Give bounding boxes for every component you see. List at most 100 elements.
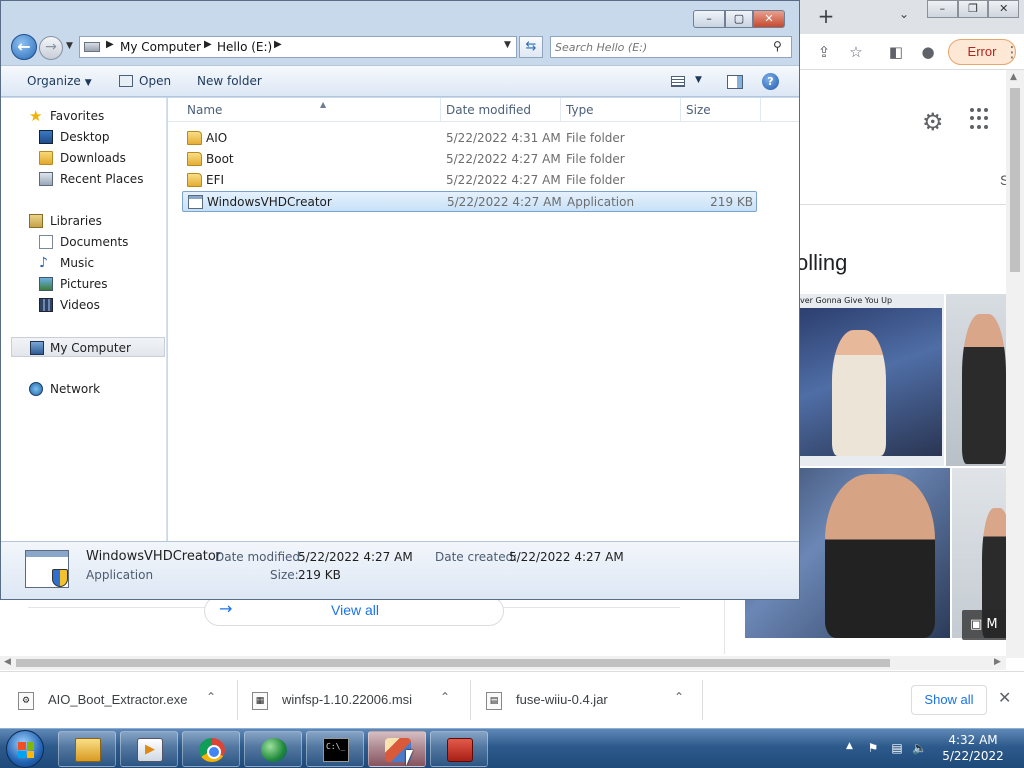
vertical-scrollbar[interactable]: ▲ [1006, 70, 1024, 658]
show-hidden-icons-icon[interactable]: ▲ [846, 741, 853, 751]
bookmark-star-icon[interactable]: ☆ [846, 42, 866, 62]
new-folder-button[interactable]: New folder [197, 74, 262, 88]
open-label: Open [139, 74, 172, 88]
change-view-icon[interactable] [671, 76, 685, 87]
tab-search-chevron-icon[interactable]: ⌄ [894, 7, 914, 27]
recent-places-icon [39, 172, 53, 186]
taskbar-command-prompt[interactable] [306, 731, 364, 767]
back-arrow-icon[interactable]: ← [11, 34, 37, 60]
image-result-1[interactable]: ver Gonna Give You Up [790, 294, 944, 466]
view-options-chevron-icon[interactable]: ▼ [695, 75, 702, 85]
organize-button[interactable]: Organize ▼ [27, 74, 92, 88]
breadcrumb-arrow-icon[interactable]: ▶ [274, 39, 282, 50]
taskbar-globe-app[interactable] [244, 731, 302, 767]
volume-icon[interactable]: 🔈 [912, 741, 927, 755]
chrome-window-controls: – ❐ ✕ [927, 0, 1020, 18]
view-all-button[interactable]: → View all [204, 596, 504, 626]
start-button[interactable] [6, 730, 44, 768]
minimize-button[interactable]: – [693, 10, 725, 28]
image-result-2[interactable] [946, 294, 1006, 466]
search-box[interactable]: ⚲ [550, 36, 792, 58]
scrollbar-thumb[interactable] [1010, 88, 1020, 272]
settings-gear-icon[interactable]: ⚙ [922, 108, 944, 136]
chrome-close-button[interactable]: ✕ [988, 0, 1020, 18]
nav-item-my-computer[interactable]: My Computer [11, 337, 165, 357]
close-downloads-icon[interactable]: ✕ [998, 688, 1011, 707]
download-item[interactable]: ▦ winfsp-1.10.22006.msi ⌃ [252, 680, 462, 720]
nav-item-downloads[interactable]: Downloads [1, 148, 167, 168]
download-item[interactable]: ⚙ AIO_Boot_Extractor.exe ⌃ [18, 680, 228, 720]
chevron-up-icon[interactable]: ⌃ [440, 690, 450, 704]
scrollbar-thumb[interactable] [16, 659, 890, 667]
breadcrumb-my-computer[interactable]: My Computer [120, 40, 201, 54]
forward-arrow-icon[interactable]: → [39, 36, 63, 60]
chrome-minimize-button[interactable]: – [927, 0, 958, 18]
nav-item-favorites[interactable]: ★ Favorites [1, 106, 167, 126]
taskbar-explorer[interactable] [58, 731, 116, 767]
scroll-left-icon[interactable]: ◀ [4, 657, 11, 667]
search-icon[interactable]: ⚲ [773, 39, 782, 53]
column-header-type[interactable]: Type [561, 98, 681, 122]
chevron-up-icon[interactable]: ⌃ [206, 690, 216, 704]
refresh-icon[interactable]: ⇆ [519, 36, 543, 58]
file-row[interactable]: EFI 5/22/2022 4:27 AM File folder [182, 170, 757, 191]
image-overlay-badge[interactable]: ▣ M [962, 610, 1010, 640]
preview-pane-icon[interactable] [727, 75, 743, 89]
nav-item-music[interactable]: ♪ Music [1, 253, 167, 273]
file-row[interactable]: Boot 5/22/2022 4:27 AM File folder [182, 149, 757, 170]
chrome-menu-icon[interactable]: ⋮ [1004, 42, 1020, 62]
chrome-restore-button[interactable]: ❐ [957, 0, 989, 18]
breadcrumb-drive[interactable]: Hello (E:) [217, 40, 272, 54]
address-dropdown-icon[interactable]: ▼ [504, 40, 511, 50]
libraries-icon [29, 214, 43, 228]
show-all-downloads-button[interactable]: Show all [911, 685, 987, 715]
media-player-icon [137, 738, 163, 762]
maximize-button[interactable]: ▢ [725, 10, 753, 28]
nav-item-desktop[interactable]: Desktop [1, 127, 167, 147]
column-header-name[interactable]: Name ▲ [182, 98, 441, 122]
download-item[interactable]: ▤ fuse-wiiu-0.4.jar ⌃ [486, 680, 696, 720]
side-panel-icon[interactable]: ◧ [886, 42, 906, 62]
network-tray-icon[interactable]: ▤ [890, 741, 904, 755]
new-tab-icon[interactable]: + [814, 5, 838, 29]
open-button[interactable]: Open [119, 74, 171, 88]
nav-item-libraries[interactable]: Libraries [1, 211, 167, 231]
share-icon[interactable]: ⇪ [814, 42, 834, 62]
nav-label: Documents [60, 235, 129, 249]
nav-item-network[interactable]: Network [1, 379, 167, 399]
breadcrumb-arrow-icon[interactable]: ▶ [204, 39, 212, 50]
breadcrumb-arrow-icon[interactable]: ▶ [106, 39, 114, 50]
column-header-date[interactable]: Date modified [441, 98, 561, 122]
scroll-right-icon[interactable]: ▶ [994, 657, 1001, 667]
search-input[interactable] [555, 39, 765, 55]
nav-item-recent-places[interactable]: Recent Places [1, 169, 167, 189]
jar-file-icon: ▤ [486, 692, 502, 710]
chevron-up-icon[interactable]: ⌃ [674, 690, 684, 704]
nav-item-videos[interactable]: Videos [1, 295, 167, 315]
nav-label: Libraries [50, 214, 102, 228]
view-all-label: View all [331, 602, 379, 618]
taskbar-chrome[interactable] [182, 731, 240, 767]
google-apps-icon[interactable] [970, 108, 992, 130]
profile-icon[interactable]: ● [918, 42, 938, 62]
nav-label: Favorites [50, 109, 105, 123]
close-button[interactable]: ✕ [753, 10, 785, 28]
address-bar[interactable]: ▶ My Computer ▶ Hello (E:) ▶ ▼ [79, 36, 517, 58]
details-pane: WindowsVHDCreator Application Date modif… [1, 541, 799, 599]
downloads-folder-icon [39, 151, 53, 165]
horizontal-scrollbar[interactable]: ◀ ▶ [0, 656, 1006, 670]
nav-item-pictures[interactable]: Pictures [1, 274, 167, 294]
download-name: fuse-wiiu-0.4.jar [516, 692, 608, 707]
taskbar-toolbox-app[interactable] [430, 731, 488, 767]
file-row-selected[interactable]: WindowsVHDCreator 5/22/2022 4:27 AM Appl… [182, 191, 757, 212]
column-header-size[interactable]: Size [681, 98, 761, 122]
nav-item-documents[interactable]: Documents [1, 232, 167, 252]
action-center-flag-icon[interactable]: ⚑ [866, 741, 880, 755]
taskbar-paint-app[interactable] [368, 731, 426, 767]
recent-pages-chevron-icon[interactable]: ▼ [66, 41, 73, 51]
system-clock[interactable]: 4:32 AM 5/22/2022 [935, 732, 1011, 764]
scroll-up-icon[interactable]: ▲ [1010, 72, 1017, 82]
help-icon[interactable]: ? [762, 73, 779, 90]
taskbar-media-player[interactable] [120, 731, 178, 767]
file-row[interactable]: AIO 5/22/2022 4:31 AM File folder [182, 128, 757, 149]
